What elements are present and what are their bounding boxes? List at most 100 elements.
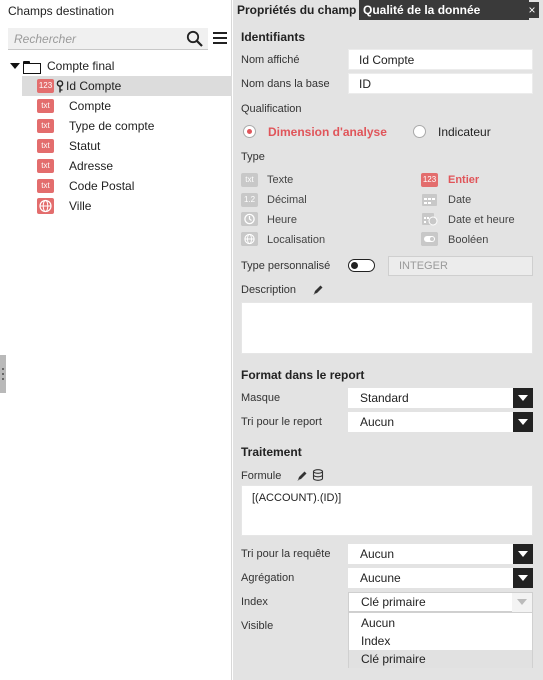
custom-type-label: Type personnalisé xyxy=(241,260,331,272)
section-title-traitement: Traitement xyxy=(241,445,302,459)
search-box xyxy=(8,28,208,50)
clock-icon[interactable] xyxy=(241,212,258,226)
text-type-icon[interactable]: txt xyxy=(241,173,258,187)
mask-label: Masque xyxy=(241,392,281,404)
splitter-handle[interactable] xyxy=(0,355,6,393)
tree-item-type-de-compte[interactable]: txt Type de compte xyxy=(22,116,232,136)
toggle-icon[interactable] xyxy=(421,232,438,246)
tree-item-adresse[interactable]: txt Adresse xyxy=(22,156,232,176)
pencil-icon[interactable] xyxy=(296,470,308,482)
radio-dimension-label[interactable]: Dimension d'analyse xyxy=(268,125,387,139)
report-sort-label: Tri pour le report xyxy=(241,416,322,428)
close-icon[interactable]: × xyxy=(525,2,539,18)
type-localisation-label[interactable]: Localisation xyxy=(267,234,325,246)
mask-select[interactable]: Standard xyxy=(348,388,533,408)
chevron-down-icon[interactable] xyxy=(513,412,533,432)
tree-item-label: Ville xyxy=(69,199,92,213)
radio-indicateur[interactable] xyxy=(413,125,426,138)
dropdown-option-aucun[interactable]: Aucun xyxy=(349,614,532,632)
integer-type-icon: 123 xyxy=(37,79,54,93)
query-sort-value: Aucun xyxy=(360,547,395,561)
integer-type-icon[interactable]: 123 xyxy=(421,173,438,187)
radio-dimension[interactable] xyxy=(243,125,256,138)
search-icon[interactable] xyxy=(186,30,204,48)
chevron-down-icon[interactable] xyxy=(512,593,532,613)
type-heure-label[interactable]: Heure xyxy=(267,214,297,226)
menu-icon[interactable] xyxy=(213,32,227,46)
db-name-field[interactable] xyxy=(348,73,533,94)
index-select[interactable]: Clé primaire xyxy=(348,592,533,613)
destination-fields-panel: Champs destination Compte final 123 Id C… xyxy=(0,0,232,680)
tree-item-statut[interactable]: txt Statut xyxy=(22,136,232,156)
text-type-icon: txt xyxy=(37,159,54,173)
tree-item-label: Statut xyxy=(69,139,101,153)
index-value: Clé primaire xyxy=(361,595,426,609)
query-sort-select[interactable]: Aucun xyxy=(348,544,533,564)
chevron-down-icon[interactable] xyxy=(513,568,533,588)
formula-field[interactable]: [(ACCOUNT).(ID)] xyxy=(241,485,533,536)
type-label: Type xyxy=(241,151,265,163)
type-booleen-label[interactable]: Booléen xyxy=(448,234,488,246)
tab-data-quality[interactable]: Qualité de la donnée xyxy=(359,0,529,20)
tree-item-label: Code Postal xyxy=(69,179,135,193)
index-dropdown-list: Aucun Index Clé primaire xyxy=(348,612,533,668)
type-texte-label[interactable]: Texte xyxy=(267,174,293,186)
key-icon xyxy=(56,79,64,92)
chevron-down-icon[interactable] xyxy=(513,388,533,408)
tree-item-label: Type de compte xyxy=(69,119,155,133)
tree-item-id-compte[interactable]: 123 Id Compte xyxy=(22,76,232,96)
folder-open-icon xyxy=(23,60,41,74)
qualification-label: Qualification xyxy=(241,103,302,115)
aggregation-label: Agrégation xyxy=(241,572,295,584)
type-decimal-label[interactable]: Décimal xyxy=(267,194,307,206)
formula-label: Formule xyxy=(241,470,282,482)
radio-indicateur-label[interactable]: Indicateur xyxy=(438,125,491,139)
chevron-down-icon[interactable] xyxy=(513,544,533,564)
calendar-clock-icon[interactable] xyxy=(421,212,438,226)
section-title-format: Format dans le report xyxy=(241,368,365,382)
dropdown-option-index[interactable]: Index xyxy=(349,632,532,650)
display-name-field[interactable] xyxy=(348,49,533,70)
text-type-icon: txt xyxy=(37,139,54,153)
tree-root-compte-final[interactable]: Compte final xyxy=(10,58,220,74)
globe-icon xyxy=(37,198,54,214)
report-sort-select[interactable]: Aucun xyxy=(348,412,533,432)
search-input[interactable] xyxy=(8,28,180,50)
text-type-icon: txt xyxy=(37,119,54,133)
custom-type-toggle[interactable] xyxy=(348,259,375,272)
query-sort-label: Tri pour la requête xyxy=(241,548,331,560)
dropdown-option-cle-primaire[interactable]: Clé primaire xyxy=(349,650,532,668)
chevron-down-icon[interactable] xyxy=(10,63,20,69)
tree-item-compte[interactable]: txt Compte xyxy=(22,96,232,116)
field-properties-panel: Propriétés du champ Qualité de la donnée… xyxy=(233,0,543,680)
globe-icon[interactable] xyxy=(241,232,258,246)
tree-item-ville[interactable]: Ville xyxy=(22,196,232,216)
display-name-label: Nom affiché xyxy=(241,54,300,66)
db-name-label: Nom dans la base xyxy=(241,78,330,90)
tree-item-label: Compte xyxy=(69,99,112,113)
pencil-icon[interactable] xyxy=(312,284,324,296)
calendar-icon[interactable] xyxy=(421,193,438,207)
tree-item-label: Adresse xyxy=(69,159,114,173)
visible-label: Visible xyxy=(241,620,274,632)
tree-item-code-postal[interactable]: txt Code Postal xyxy=(22,176,232,196)
decimal-type-icon[interactable]: 1.2 xyxy=(241,193,258,207)
mask-select-value: Standard xyxy=(360,391,409,405)
tree-root-label: Compte final xyxy=(47,59,115,73)
type-entier-label[interactable]: Entier xyxy=(448,174,479,186)
aggregation-select[interactable]: Aucune xyxy=(348,568,533,588)
tab-bar: Propriétés du champ Qualité de la donnée… xyxy=(233,0,543,20)
tab-field-properties[interactable]: Propriétés du champ xyxy=(237,0,356,20)
description-label: Description xyxy=(241,284,297,296)
description-field[interactable] xyxy=(241,302,533,354)
panel-title: Champs destination xyxy=(8,4,115,18)
type-date-heure-label[interactable]: Date et heure xyxy=(448,214,515,226)
aggregation-value: Aucune xyxy=(360,571,401,585)
tree-item-label: Id Compte xyxy=(66,79,122,93)
text-type-icon: txt xyxy=(37,99,54,113)
index-label: Index xyxy=(241,596,268,608)
custom-type-field: INTEGER xyxy=(388,256,533,276)
type-date-label[interactable]: Date xyxy=(448,194,471,206)
report-sort-value: Aucun xyxy=(360,415,395,429)
database-icon[interactable] xyxy=(312,469,324,481)
